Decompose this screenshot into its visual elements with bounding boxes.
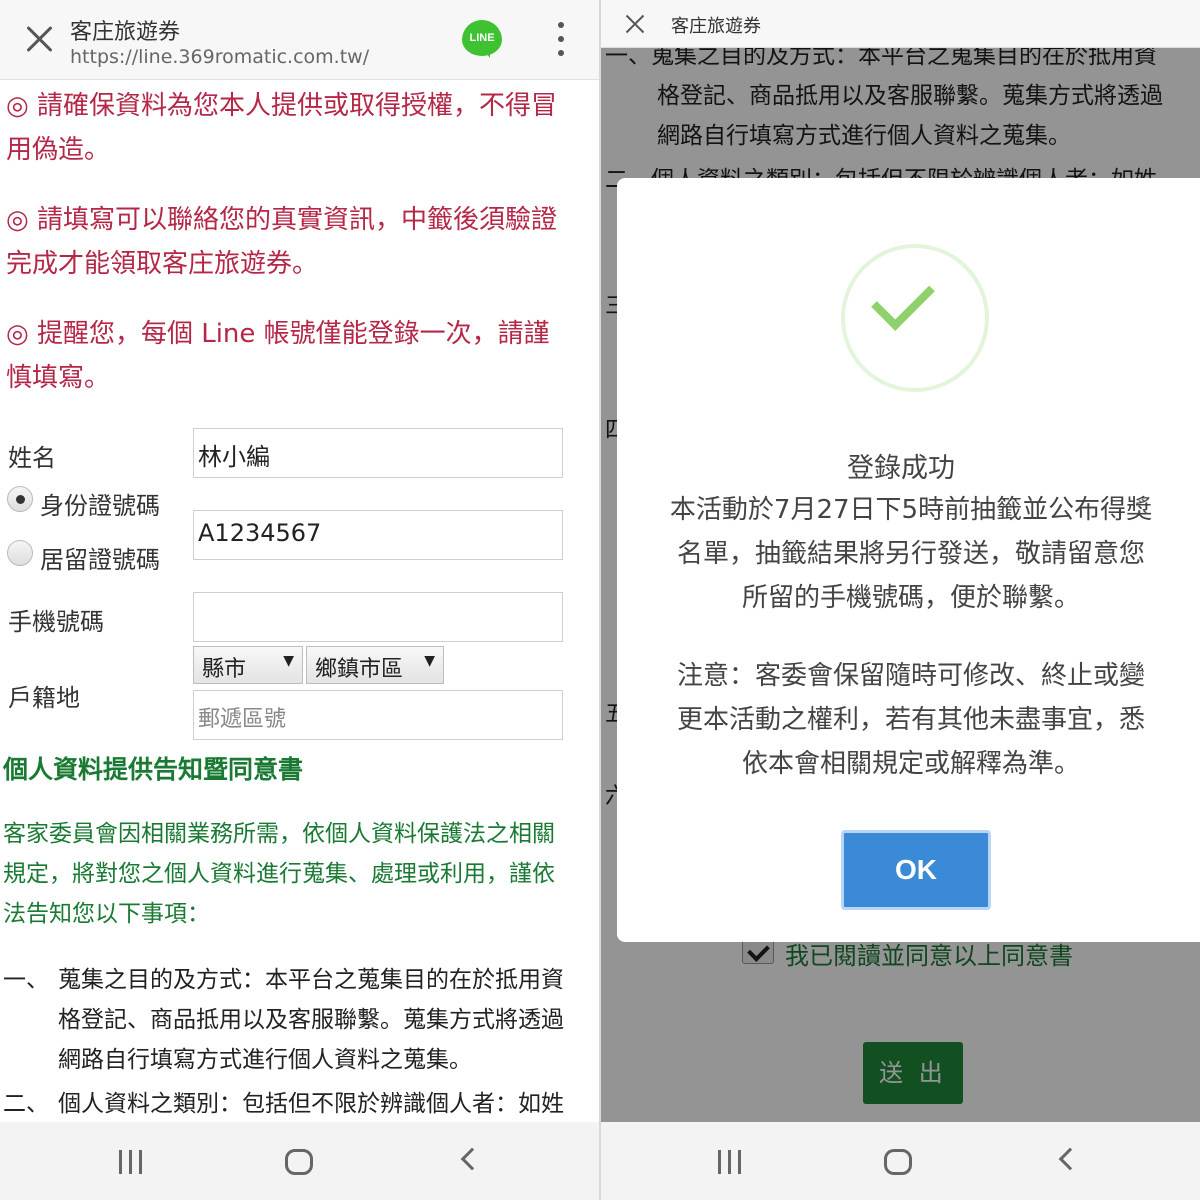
term-1-number: 一、 (3, 967, 49, 993)
nav-recent-icon[interactable] (119, 1150, 145, 1174)
nav-recent-icon[interactable] (718, 1150, 744, 1174)
nav-back-icon[interactable] (1058, 1147, 1082, 1171)
more-vert-icon[interactable] (552, 22, 570, 60)
dialog-body: 本活動於7月27日下5時前抽籤並公布得獎 名單，抽籤結果將另行發送，敬請留意您 … (669, 495, 1153, 613)
dropdown-arrow-icon: ▼ (424, 653, 435, 669)
line-app-icon[interactable]: LINE (462, 20, 502, 58)
page-title: 客庄旅遊券 (70, 20, 181, 45)
resident-permit-label: 居留證號碼 (40, 546, 160, 574)
notice-authorization: ◎ 請確保資料為您本人提供或取得授權，不得冒 用偽造。 (6, 91, 557, 165)
town-select[interactable]: 鄉鎮市區 ▼ (306, 646, 444, 684)
page-url: https://line.369romatic.com.tw/ (70, 46, 370, 68)
left-screen: 客庄旅遊券 https://line.369romatic.com.tw/ LI… (0, 0, 600, 1200)
term-1-text: 蒐集之目的及方式：本平台之蒐集目的在於抵用資 格登記、商品抵用以及客服聯繫。蒐集… (58, 967, 564, 1073)
id-card-radio[interactable] (7, 486, 33, 512)
phone-label: 手機號碼 (8, 608, 104, 636)
postal-code-field[interactable]: 郵遞區號 (193, 690, 563, 740)
term-2-number: 二、 (3, 1091, 49, 1117)
id-card-label: 身份證號碼 (40, 492, 160, 520)
page-title: 客庄旅遊券 (671, 16, 761, 37)
notice-one-account: ◎ 提醒您，每個 Line 帳號僅能登錄一次，請謹 慎填寫。 (6, 319, 550, 393)
dialog-note: 注意：客委會保留隨時可修改、終止或變 更本活動之權利，若有其他未盡事宜，悉 依本… (676, 661, 1145, 779)
dropdown-arrow-icon: ▼ (283, 653, 294, 669)
town-select-value: 鄉鎮市區 (315, 657, 404, 682)
browser-top-bar: 客庄旅遊券 https://line.369romatic.com.tw/ LI… (0, 0, 600, 80)
household-label: 戶籍地 (8, 684, 80, 712)
android-nav-bar (0, 1122, 600, 1200)
consent-intro: 客家委員會因相關業務所需，依個人資料保護法之相關 規定，將對您之個人資料進行蒐集… (3, 821, 555, 927)
check-circle-icon (841, 244, 989, 392)
id-number-field[interactable]: A1234567 (193, 510, 563, 560)
county-select[interactable]: 縣市 ▼ (193, 646, 303, 684)
county-select-value: 縣市 (202, 657, 247, 682)
notice-real-info: ◎ 請填寫可以聯絡您的真實資訊，中籤後須驗證 完成才能領取客庄旅遊券。 (6, 205, 557, 279)
android-nav-bar (601, 1122, 1200, 1200)
consent-title: 個人資料提供告知暨同意書 (3, 755, 304, 784)
close-icon[interactable] (623, 12, 647, 36)
term-2-text: 個人資料之類別：包括但不限於辨識個人者：如姓 (58, 1091, 564, 1117)
close-icon[interactable] (22, 22, 56, 56)
browser-top-bar: 客庄旅遊券 (601, 0, 1200, 48)
name-field[interactable]: 林小編 (193, 428, 563, 478)
dialog-title: 登錄成功 (847, 453, 955, 484)
right-screen: 客庄旅遊券 一、蒐集之目的及方式：本平台之蒐集目的在於抵用資 格登記、商品抵用以… (601, 0, 1200, 1200)
nav-back-icon[interactable] (460, 1147, 484, 1171)
phone-field[interactable] (193, 592, 563, 642)
nav-home-icon[interactable] (285, 1149, 313, 1175)
name-label: 姓名 (8, 444, 56, 472)
nav-home-icon[interactable] (884, 1149, 912, 1175)
success-dialog: 登錄成功 本活動於7月27日下5時前抽籤並公布得獎 名單，抽籤結果將另行發送，敬… (617, 178, 1200, 942)
resident-permit-radio[interactable] (7, 540, 33, 566)
ok-button[interactable]: OK (841, 830, 991, 910)
